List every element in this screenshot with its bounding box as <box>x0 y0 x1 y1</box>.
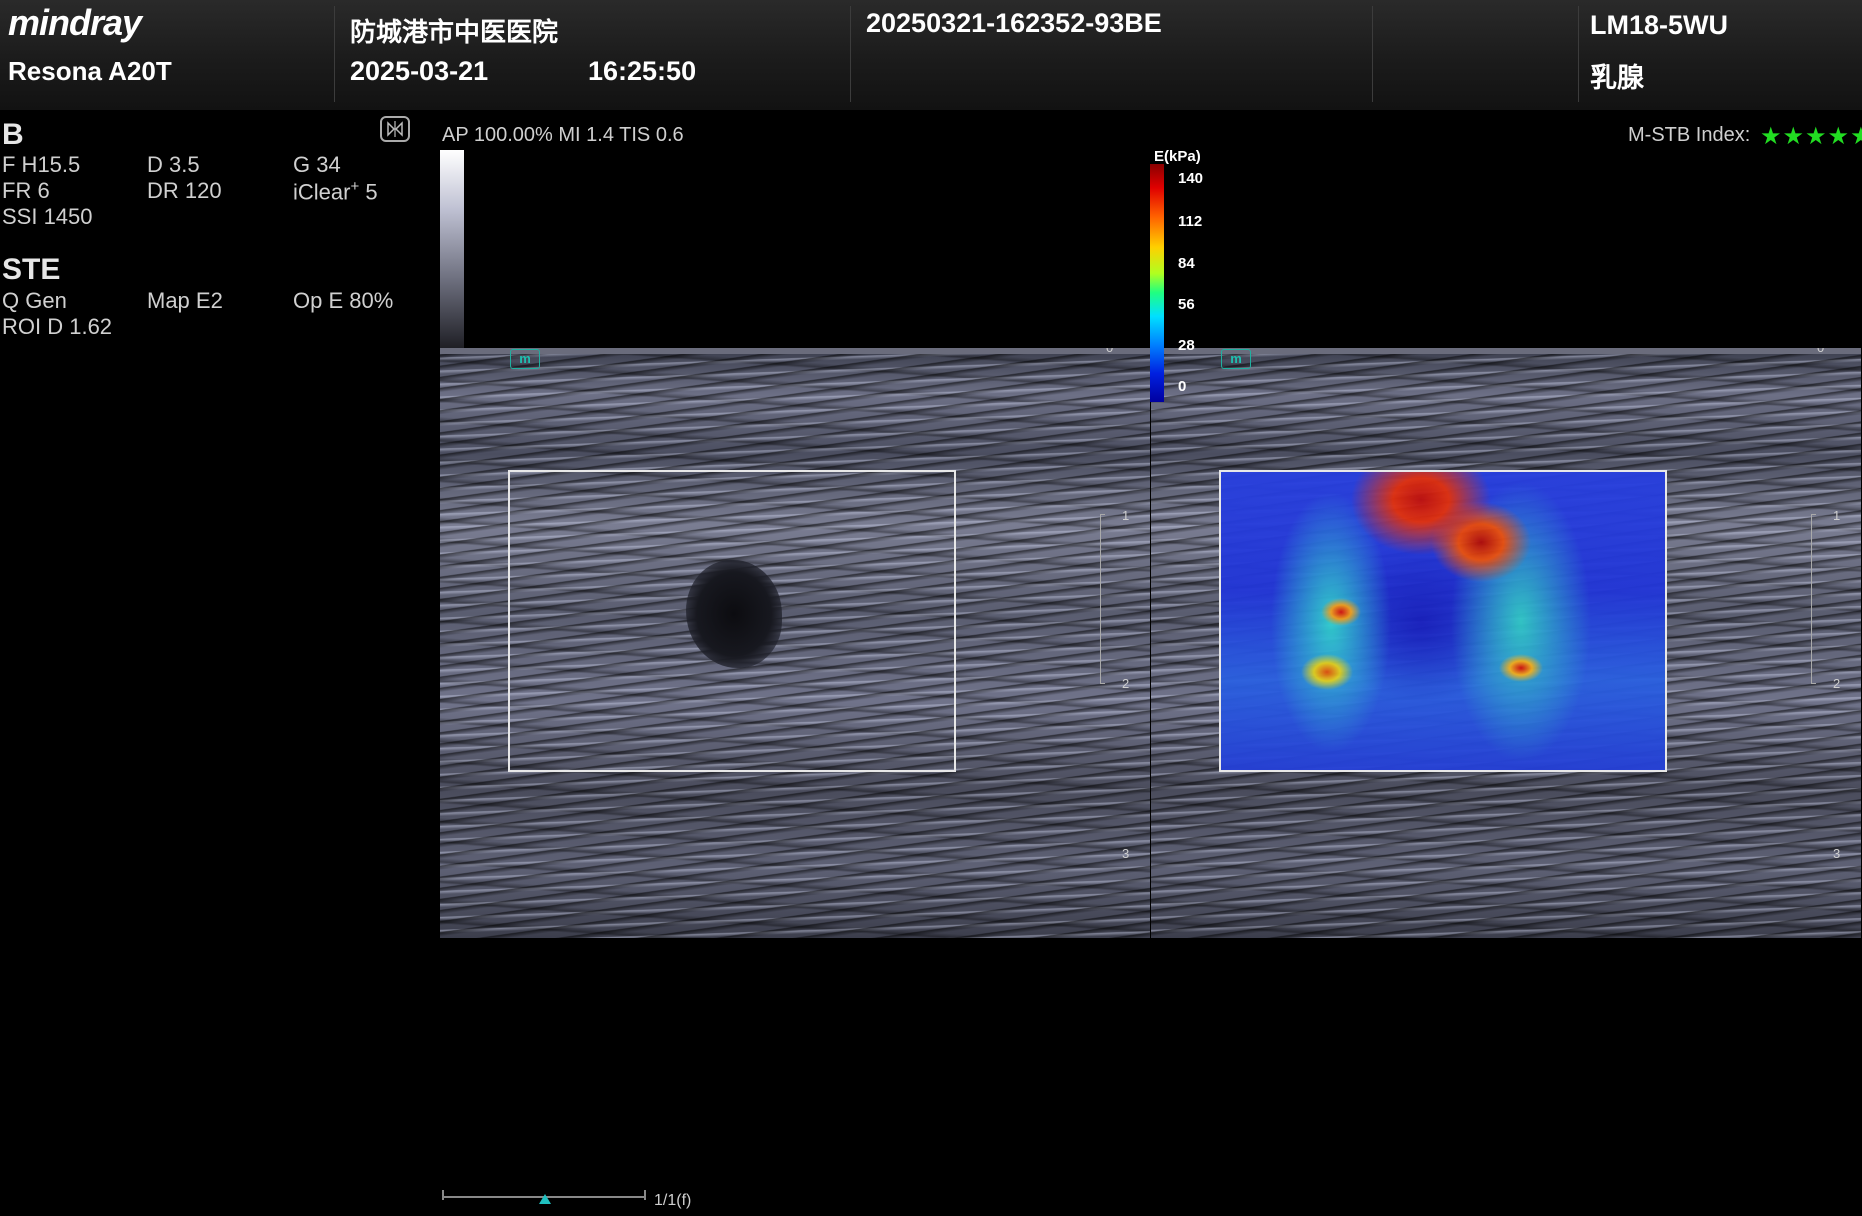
elastography-image[interactable]: m 0 1 2 3 <box>1151 348 1861 938</box>
mstb-index-label: M-STB Index: <box>1628 124 1751 146</box>
elasto-roi-box[interactable] <box>1219 470 1667 772</box>
depth-scale-bar <box>1811 514 1816 684</box>
skin-line <box>440 348 1150 354</box>
hospital-name: 防城港市中医医院 <box>350 17 559 47</box>
depth-mark: 1 <box>1122 508 1130 523</box>
colorbar-tick: 112 <box>1178 213 1203 230</box>
colorbar-tick: 140 <box>1178 170 1204 187</box>
colorbar-tick: 0 <box>1178 378 1187 395</box>
brand-logo: mindray <box>8 2 142 43</box>
elasticity-colorbar <box>1150 164 1164 402</box>
b-param-g: G 34 <box>293 152 341 177</box>
depth-mark: 1 <box>1833 508 1841 523</box>
mstb-stars: ★★★★★ <box>1760 123 1862 150</box>
ste-param-op: Op E 80% <box>293 288 394 313</box>
cine-start <box>442 1190 444 1200</box>
probe-name: LM18-5WU <box>1590 10 1729 40</box>
b-param-iclear: iClear+ 5 <box>293 178 378 205</box>
iclear-label: iClear <box>293 179 351 205</box>
iclear-value: 5 <box>365 179 378 205</box>
exam-date: 2025-03-21 <box>350 56 489 86</box>
cine-frame-label: 1/1(f) <box>654 1192 692 1209</box>
divider <box>334 6 335 102</box>
device-model: Resona A20T <box>8 56 172 86</box>
colorbar-title: E(kPa) <box>1154 148 1201 165</box>
b-param-dr: DR 120 <box>147 178 222 203</box>
depth-scale-bar <box>1100 514 1105 684</box>
dual-view-icon[interactable] <box>380 116 410 142</box>
b-param-d: D 3.5 <box>147 152 200 177</box>
ste-param-gen: Q Gen <box>2 288 67 313</box>
roi-box[interactable] <box>508 470 956 772</box>
orientation-mark-icon: m <box>1221 349 1251 369</box>
colorbar-tick: 28 <box>1178 337 1195 354</box>
ste-param-roi: ROI D 1.62 <box>2 314 113 339</box>
depth-mark: 0 <box>1817 348 1824 355</box>
b-param-ssi: SSI 1450 <box>2 204 93 229</box>
skin-line <box>1151 348 1861 354</box>
exam-time: 16:25:50 <box>588 56 697 86</box>
ste-param-map: Map E2 <box>147 288 223 313</box>
elastography-map <box>1221 472 1665 770</box>
colorbar-tick: 84 <box>1178 255 1195 272</box>
depth-mark: 0 <box>1106 348 1113 355</box>
b-mode-label: B <box>2 118 24 151</box>
cine-end <box>644 1190 646 1200</box>
b-param-fr: FR 6 <box>2 178 50 203</box>
iclear-sup: + <box>350 178 360 195</box>
exam-id: 20250321-162352-93BE <box>866 8 1162 38</box>
top-info-bar: mindray Resona A20T 防城港市中医医院 2025-03-21 … <box>0 0 1862 110</box>
depth-mark: 3 <box>1833 846 1841 861</box>
b-mode-image[interactable]: m 0 1 2 3 <box>440 348 1150 938</box>
divider <box>850 6 851 102</box>
depth-mark: 3 <box>1122 846 1130 861</box>
acoustic-output: AP 100.00% MI 1.4 TIS 0.6 <box>442 124 684 146</box>
depth-mark: 2 <box>1833 676 1841 691</box>
orientation-mark-icon: m <box>510 349 540 369</box>
exam-preset: 乳腺 <box>1590 63 1644 93</box>
ste-mode-label: STE <box>2 253 61 286</box>
colorbar-tick: 56 <box>1178 296 1195 313</box>
divider <box>1578 6 1579 102</box>
b-param-f: F H15.5 <box>2 152 81 177</box>
divider <box>1372 6 1373 102</box>
cine-cursor-icon[interactable] <box>539 1194 551 1204</box>
depth-mark: 2 <box>1122 676 1130 691</box>
